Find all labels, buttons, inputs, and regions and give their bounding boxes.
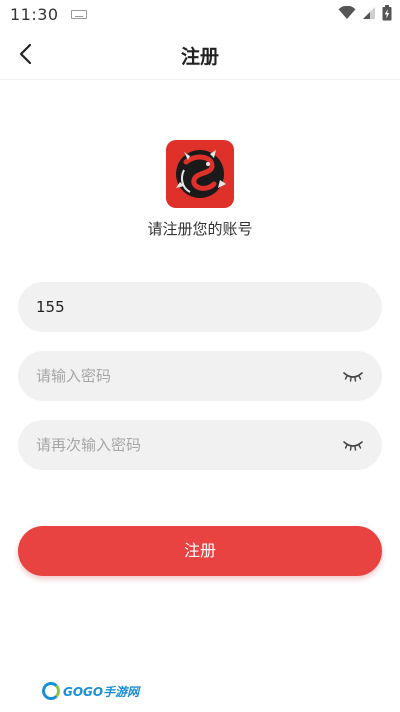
password-visibility-toggle[interactable] <box>342 366 364 386</box>
status-bar: 11:30 <box>0 0 400 28</box>
page-title: 注册 <box>180 46 219 68</box>
password-field <box>18 351 382 401</box>
watermark-text: GOGO手游网 <box>63 684 140 699</box>
signal-icon <box>363 7 375 19</box>
password-input[interactable] <box>18 351 318 401</box>
watermark: GOGO手游网 <box>42 682 139 700</box>
eye-closed-icon <box>343 441 363 451</box>
status-time: 11:30 <box>10 4 59 24</box>
app-logo <box>166 140 234 208</box>
watermark-logo-icon <box>42 682 60 700</box>
phone-input[interactable] <box>18 282 318 332</box>
confirm-password-field <box>18 420 382 470</box>
nav-bar: 注册 <box>0 28 400 80</box>
keyboard-icon <box>70 9 87 19</box>
battery-charging-icon <box>382 5 392 21</box>
phone-field <box>18 282 382 332</box>
register-subtitle: 请注册您的账号 <box>147 220 253 238</box>
wifi-icon <box>338 6 356 19</box>
confirm-password-input[interactable] <box>18 420 318 470</box>
status-icons <box>338 5 392 21</box>
register-button[interactable]: 注册 <box>18 526 382 576</box>
dragon-logo-icon <box>176 150 226 198</box>
eye-closed-icon <box>343 372 363 382</box>
confirm-password-visibility-toggle[interactable] <box>342 435 364 455</box>
